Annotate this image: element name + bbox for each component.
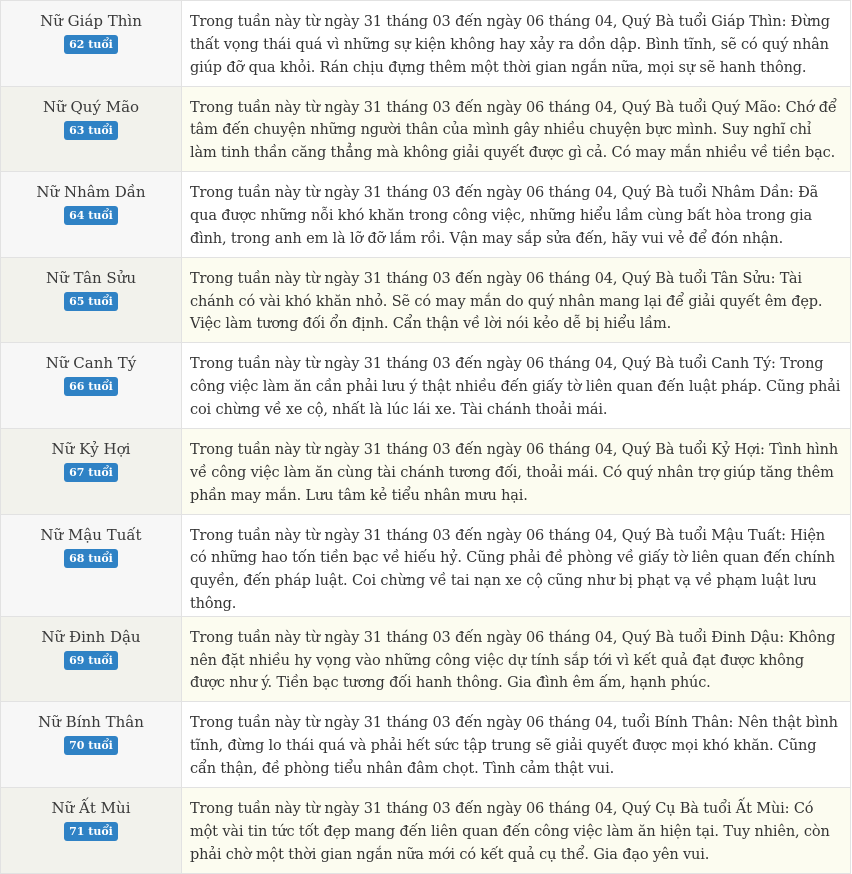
table-row: Nữ Nhâm Dần 64 tuổi Trong tuần này từ ng… bbox=[0, 171, 851, 258]
description-cell: Trong tuần này từ ngày 31 tháng 03 đến n… bbox=[181, 342, 851, 429]
horoscope-text: Trong tuần này từ ngày 31 tháng 03 đến n… bbox=[190, 270, 823, 333]
horoscope-text: Trong tuần này từ ngày 31 tháng 03 đến n… bbox=[190, 629, 836, 692]
age-badge: 62 tuổi bbox=[64, 35, 118, 54]
table-row: Nữ Canh Tý 66 tuổi Trong tuần này từ ngà… bbox=[0, 342, 851, 429]
horoscope-text: Trong tuần này từ ngày 31 tháng 03 đến n… bbox=[190, 356, 841, 418]
table-row: Nữ Ất Mùi 71 tuổi Trong tuần này từ ngày… bbox=[0, 786, 851, 874]
horoscope-text: Trong tuần này từ ngày 31 tháng 03 đến n… bbox=[190, 14, 830, 76]
name-cell: Nữ Ất Mùi 71 tuổi bbox=[0, 786, 182, 874]
zodiac-name: Nữ Nhâm Dần bbox=[36, 183, 146, 202]
description-cell: Trong tuần này từ ngày 31 tháng 03 đến n… bbox=[181, 513, 851, 617]
description-cell: Trong tuần này từ ngày 31 tháng 03 đến n… bbox=[181, 615, 851, 703]
table-row: Nữ Đinh Dậu 69 tuổi Trong tuần này từ ng… bbox=[0, 615, 851, 703]
horoscope-text: Trong tuần này từ ngày 31 tháng 03 đến n… bbox=[190, 99, 837, 162]
table-row: Nữ Mậu Tuất 68 tuổi Trong tuần này từ ng… bbox=[0, 513, 851, 617]
age-badge: 64 tuổi bbox=[64, 206, 118, 226]
age-badge: 65 tuổi bbox=[64, 291, 118, 311]
horoscope-text: Trong tuần này từ ngày 31 tháng 03 đến n… bbox=[190, 527, 835, 612]
horoscope-text: Trong tuần này từ ngày 31 tháng 03 đến n… bbox=[190, 441, 839, 504]
name-cell: Nữ Bính Thân 70 tuổi bbox=[0, 701, 182, 788]
age-badge: 63 tuổi bbox=[64, 120, 118, 140]
horoscope-text: Trong tuần này từ ngày 31 tháng 03 đến n… bbox=[190, 185, 819, 247]
name-cell: Nữ Giáp Thìn 62 tuổi bbox=[0, 0, 182, 87]
age-badge: 68 tuổi bbox=[64, 548, 118, 568]
name-cell: Nữ Canh Tý 66 tuổi bbox=[0, 342, 182, 429]
age-badge: 71 tuổi bbox=[64, 821, 118, 841]
age-badge: 70 tuổi bbox=[64, 736, 118, 756]
description-cell: Trong tuần này từ ngày 31 tháng 03 đến n… bbox=[181, 0, 851, 87]
zodiac-name: Nữ Quý Mão bbox=[42, 97, 140, 116]
name-cell: Nữ Quý Mão 63 tuổi bbox=[0, 85, 182, 173]
name-cell: Nữ Mậu Tuất 68 tuổi bbox=[0, 513, 182, 617]
description-cell: Trong tuần này từ ngày 31 tháng 03 đến n… bbox=[181, 256, 851, 344]
name-cell: Nữ Kỷ Hợi 67 tuổi bbox=[0, 427, 182, 515]
zodiac-name: Nữ Tân Sửu bbox=[45, 268, 137, 287]
table-row: Nữ Kỷ Hợi 67 tuổi Trong tuần này từ ngày… bbox=[0, 427, 851, 515]
description-cell: Trong tuần này từ ngày 31 tháng 03 đến n… bbox=[181, 85, 851, 173]
table-row: Nữ Bính Thân 70 tuổi Trong tuần này từ n… bbox=[0, 701, 851, 788]
zodiac-name: Nữ Giáp Thìn bbox=[40, 12, 142, 30]
age-badge: 69 tuổi bbox=[64, 650, 118, 670]
horoscope-text: Trong tuần này từ ngày 31 tháng 03 đến n… bbox=[190, 800, 830, 863]
description-cell: Trong tuần này từ ngày 31 tháng 03 đến n… bbox=[181, 427, 851, 515]
description-cell: Trong tuần này từ ngày 31 tháng 03 đến n… bbox=[181, 171, 851, 258]
horoscope-text: Trong tuần này từ ngày 31 tháng 03 đến n… bbox=[190, 715, 838, 777]
age-badge: 67 tuổi bbox=[64, 462, 118, 482]
name-cell: Nữ Đinh Dậu 69 tuổi bbox=[0, 615, 182, 703]
zodiac-name: Nữ Canh Tý bbox=[45, 354, 137, 373]
table-row: Nữ Tân Sửu 65 tuổi Trong tuần này từ ngà… bbox=[0, 256, 851, 344]
table-row: Nữ Quý Mão 63 tuổi Trong tuần này từ ngà… bbox=[0, 85, 851, 173]
description-cell: Trong tuần này từ ngày 31 tháng 03 đến n… bbox=[181, 786, 851, 874]
horoscope-table: Nữ Giáp Thìn 62 tuổi Trong tuần này từ n… bbox=[0, 0, 851, 874]
zodiac-name: Nữ Kỷ Hợi bbox=[51, 439, 131, 458]
zodiac-name: Nữ Đinh Dậu bbox=[41, 627, 141, 646]
zodiac-name: Nữ Mậu Tuất bbox=[40, 525, 142, 544]
name-cell: Nữ Nhâm Dần 64 tuổi bbox=[0, 171, 182, 258]
age-badge: 66 tuổi bbox=[64, 377, 118, 397]
zodiac-name: Nữ Bính Thân bbox=[38, 713, 144, 732]
description-cell: Trong tuần này từ ngày 31 tháng 03 đến n… bbox=[181, 701, 851, 788]
name-cell: Nữ Tân Sửu 65 tuổi bbox=[0, 256, 182, 344]
zodiac-name: Nữ Ất Mùi bbox=[51, 798, 131, 817]
table-row: Nữ Giáp Thìn 62 tuổi Trong tuần này từ n… bbox=[0, 0, 851, 87]
